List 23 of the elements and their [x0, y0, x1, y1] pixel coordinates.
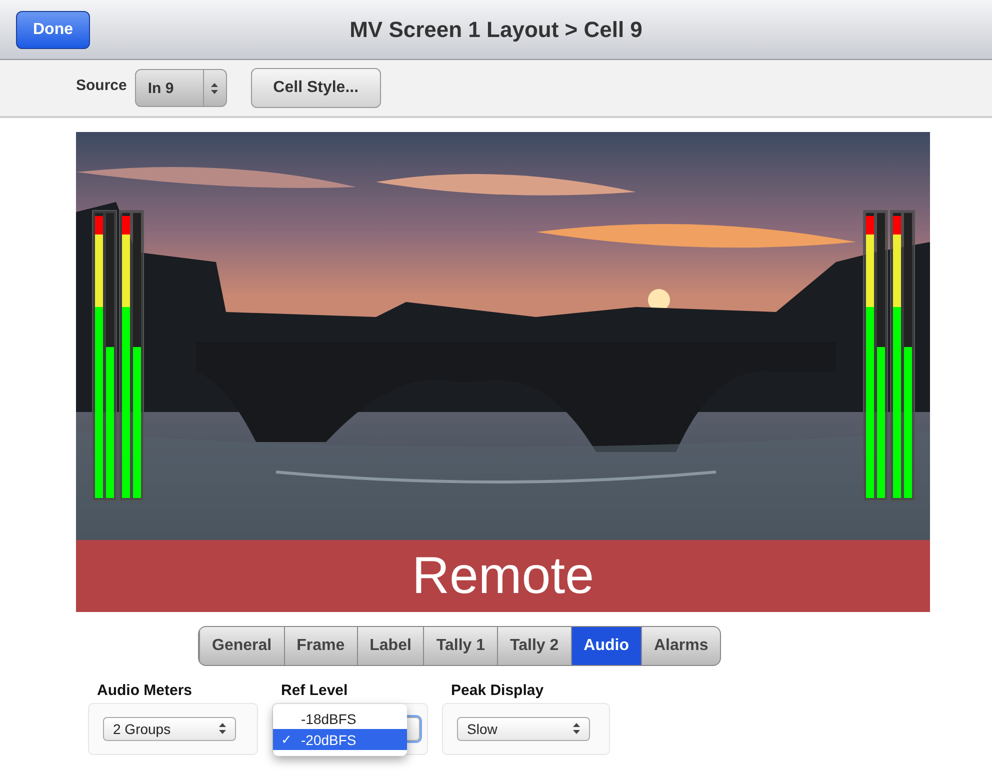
- tab[interactable]: General: [199, 627, 284, 665]
- setting-label: Ref Level: [281, 682, 349, 699]
- tab[interactable]: Tally 1: [423, 627, 498, 665]
- tab[interactable]: Alarms: [641, 627, 720, 665]
- menu-option[interactable]: ✓ -20dBFS: [273, 729, 407, 750]
- setting-label: Peak Display: [451, 682, 545, 699]
- stepper-arrows-icon: [219, 723, 226, 734]
- done-button[interactable]: Done: [16, 10, 90, 48]
- menu-option[interactable]: -18dBFS: [273, 708, 407, 729]
- tab[interactable]: Audio: [570, 627, 641, 665]
- cell-label: Remote: [412, 546, 594, 606]
- source-select[interactable]: In 9: [134, 69, 227, 107]
- tab[interactable]: Label: [356, 627, 424, 665]
- source-label: Source: [76, 76, 127, 94]
- setting-select[interactable]: Slow: [457, 717, 590, 741]
- stepper-arrows-icon: [573, 723, 580, 734]
- cell-style-button[interactable]: Cell Style...: [250, 68, 381, 108]
- stepper-arrows-icon: [211, 82, 218, 94]
- setting-select[interactable]: 2 Groups: [103, 717, 236, 741]
- setting-label: Audio Meters: [97, 682, 194, 699]
- check-icon: ✓: [281, 732, 292, 747]
- tab[interactable]: Frame: [284, 627, 357, 665]
- window-title: MV Screen 1 Layout > Cell 9: [350, 16, 642, 42]
